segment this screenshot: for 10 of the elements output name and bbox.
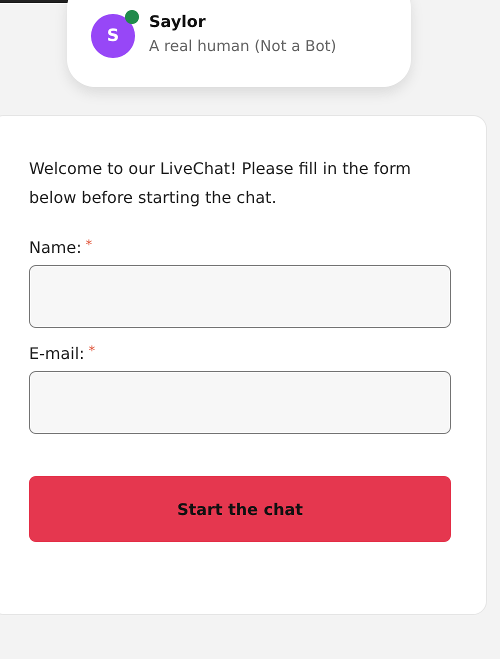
input-field[interactable]	[29, 371, 451, 434]
agent-name: Saylor	[149, 12, 207, 31]
input-field[interactable]	[29, 265, 451, 328]
intro-text: Welcome to our LiveChat! Please fill in the form below before starting the chat.	[29, 158, 412, 209]
field-label: Name:	[29, 238, 82, 257]
agent-subtitle: A real human (Not a Bot)	[149, 37, 336, 55]
required-mark: *	[86, 238, 92, 255]
field-label: E-mail:	[29, 344, 85, 363]
start-chat-button[interactable]: Start the chat	[29, 476, 451, 542]
required-mark: *	[88, 344, 96, 361]
